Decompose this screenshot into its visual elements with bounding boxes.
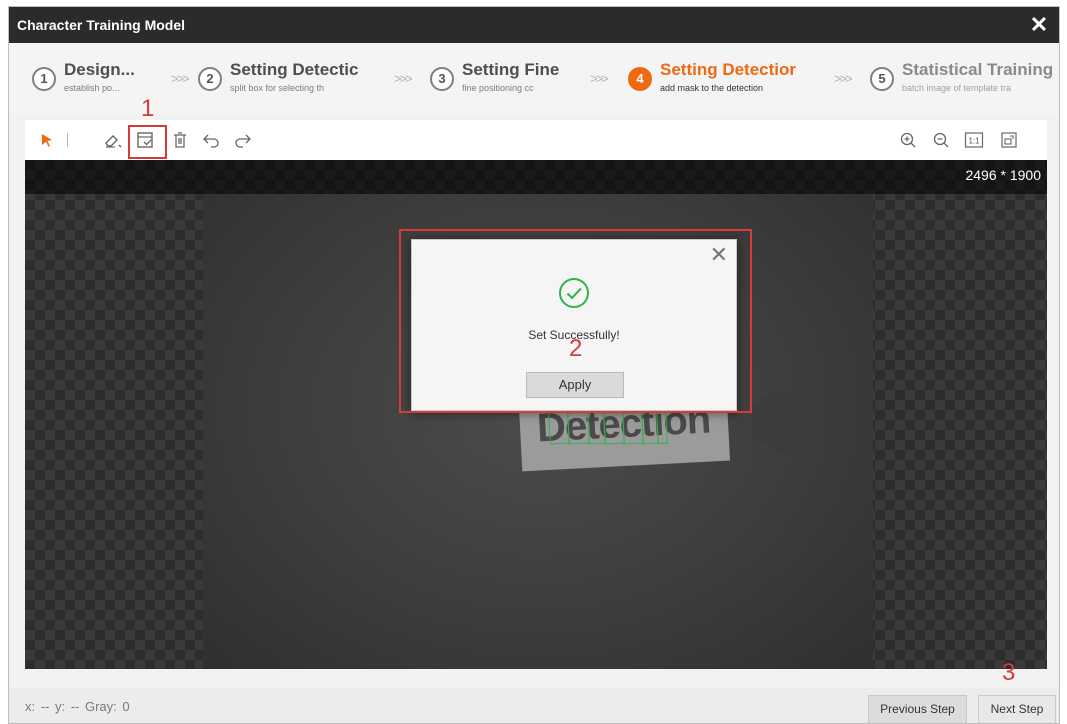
step-separator-icon: >>> xyxy=(394,71,413,86)
eraser-icon[interactable] xyxy=(99,126,127,154)
step-separator-icon: >>> xyxy=(834,71,853,86)
apply-button[interactable]: Apply xyxy=(526,372,624,398)
step-number: 2 xyxy=(198,67,222,91)
step-number: 4 xyxy=(628,67,652,91)
step-title: Setting Detectior xyxy=(660,60,797,79)
step-separator-icon: >>> xyxy=(590,71,609,86)
training-model-window: Character Training Model ✕ 1 Design... e… xyxy=(8,6,1060,724)
fit-window-icon[interactable] xyxy=(995,126,1023,154)
step-number: 1 xyxy=(32,67,56,91)
zoom-in-icon[interactable] xyxy=(894,126,922,154)
select-arrow-icon[interactable] xyxy=(33,126,61,154)
canvas-info-bar: 2496 * 1900 xyxy=(25,160,1047,194)
previous-step-button[interactable]: Previous Step xyxy=(868,695,967,723)
annotation-number-3: 3 xyxy=(1002,659,1016,686)
step-number: 5 xyxy=(870,67,894,91)
step-subtitle: fine positioning cc xyxy=(462,83,534,93)
close-icon[interactable]: ✕ xyxy=(1027,7,1051,43)
annotation-number-1: 1 xyxy=(141,95,155,122)
step-title: Design... xyxy=(64,60,135,79)
actual-size-label: 1:1 xyxy=(968,137,980,146)
step-title: Setting Fine xyxy=(462,60,560,79)
apply-mask-icon[interactable] xyxy=(131,126,159,154)
zoom-out-icon[interactable] xyxy=(927,126,955,154)
step-3[interactable]: 3 Setting Fine fine positioning cc xyxy=(430,56,580,100)
image-canvas[interactable]: Detection 2496 * 1900 xyxy=(25,160,1047,669)
title-bar: Character Training Model ✕ xyxy=(9,7,1059,43)
step-title: Setting Detectic xyxy=(230,60,359,79)
annotation-number-2: 2 xyxy=(569,335,583,362)
step-wizard: 1 Design... establish po... >>> 2 Settin… xyxy=(9,43,1059,115)
image-dimensions: 2496 * 1900 xyxy=(965,167,1041,183)
next-step-button[interactable]: Next Step xyxy=(978,695,1056,723)
step-4[interactable]: 4 Setting Detectior add mask to the dete… xyxy=(628,56,820,100)
step-subtitle: batch image of template tra xyxy=(902,83,1012,93)
actual-size-icon[interactable]: 1:1 xyxy=(960,126,988,154)
step-title: Statistical Training xyxy=(902,60,1054,79)
status-bar: x: -- y: -- Gray: 0 Previous Step Next S… xyxy=(9,688,1059,723)
dialog-close-icon[interactable]: ✕ xyxy=(710,242,728,268)
undo-icon[interactable] xyxy=(197,126,225,154)
step-subtitle: add mask to the detection xyxy=(660,83,764,93)
step-subtitle: split box for selecting th xyxy=(230,83,325,93)
check-circle-icon xyxy=(557,276,591,315)
cursor-status: x: -- y: -- Gray: 0 xyxy=(25,699,130,714)
step-subtitle: establish po... xyxy=(64,83,120,93)
char-box[interactable] xyxy=(656,411,668,445)
step-5[interactable]: 5 Statistical Training batch image of te… xyxy=(870,56,1059,100)
success-dialog: ✕ Set Successfully! Apply xyxy=(411,239,737,411)
step-separator-icon: >>> xyxy=(171,71,190,86)
delete-icon[interactable] xyxy=(166,126,194,154)
window-title: Character Training Model xyxy=(17,17,186,33)
toolbar-divider xyxy=(67,133,68,147)
step-2[interactable]: 2 Setting Detectic split box for selecti… xyxy=(198,56,384,100)
redo-icon[interactable] xyxy=(229,126,257,154)
toolbar: 1:1 xyxy=(25,120,1047,160)
step-number: 3 xyxy=(430,67,454,91)
step-1[interactable]: 1 Design... establish po... xyxy=(32,56,164,100)
